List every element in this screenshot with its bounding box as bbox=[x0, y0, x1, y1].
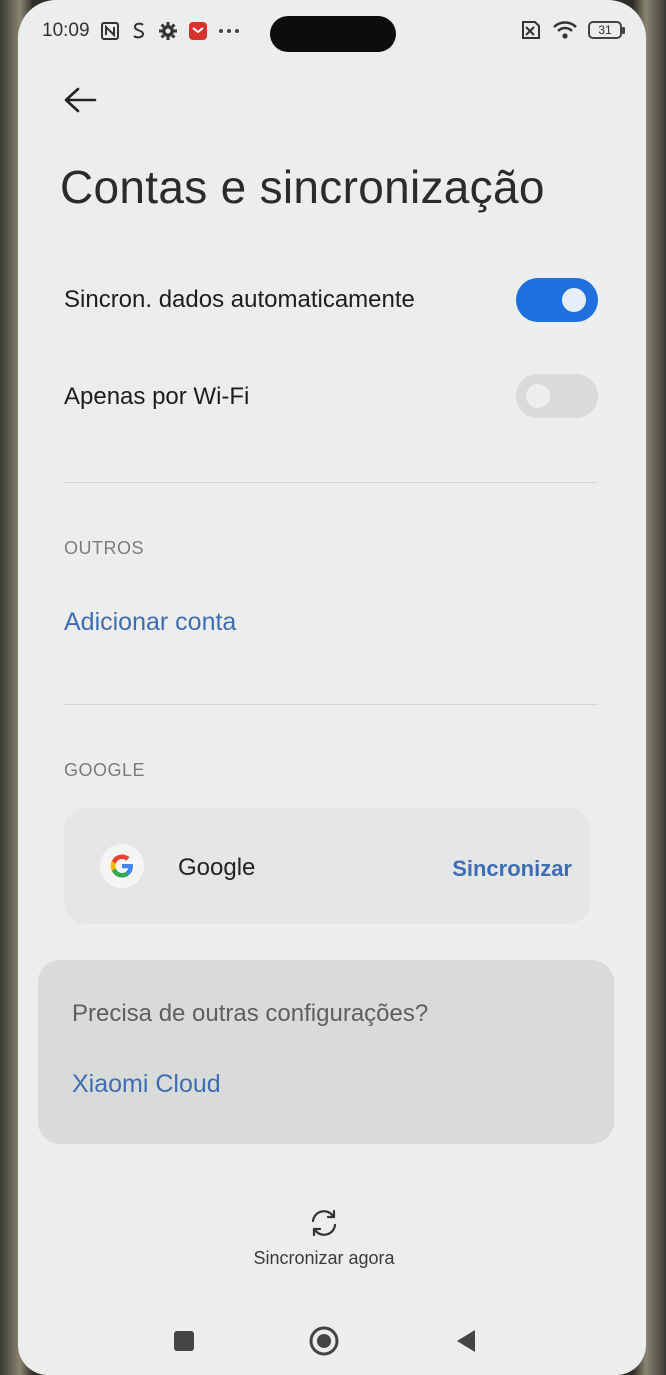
phone-screen: 10:09 31 Contas e sincronização Sincron.… bbox=[18, 0, 646, 1375]
nfc-icon bbox=[100, 21, 120, 41]
camera-notch bbox=[270, 16, 396, 52]
section-header-outros: OUTROS bbox=[64, 538, 145, 558]
wifi-only-toggle[interactable] bbox=[516, 374, 598, 418]
status-right: 31 bbox=[518, 20, 625, 40]
divider bbox=[64, 704, 598, 705]
auto-sync-toggle[interactable] bbox=[516, 278, 598, 322]
sim-icon bbox=[130, 21, 148, 41]
page-title: Contas e sincronização bbox=[60, 161, 545, 213]
sync-account-button[interactable]: Sincronizar bbox=[452, 856, 572, 882]
status-left: 10:09 bbox=[42, 20, 240, 42]
back-button[interactable] bbox=[62, 80, 98, 120]
battery-level: 31 bbox=[598, 23, 612, 37]
google-account-name: Google bbox=[178, 854, 256, 881]
xiaomi-cloud-link[interactable]: Xiaomi Cloud bbox=[72, 1070, 221, 1099]
google-logo-icon bbox=[100, 844, 144, 888]
auto-sync-label[interactable]: Sincron. dados automaticamente bbox=[64, 286, 415, 314]
circle-icon bbox=[309, 1326, 339, 1356]
more-dots-icon bbox=[218, 27, 240, 35]
toggle-knob bbox=[562, 288, 586, 312]
notification-app-icon bbox=[188, 21, 208, 41]
battery-indicator: 31 bbox=[588, 21, 625, 39]
sync-icon bbox=[311, 1209, 337, 1237]
home-button[interactable] bbox=[304, 1318, 344, 1364]
wifi-only-label[interactable]: Apenas por Wi-Fi bbox=[64, 383, 249, 411]
sim-off-icon bbox=[518, 20, 542, 40]
sync-now-button[interactable]: Sincronizar agora bbox=[218, 1206, 430, 1276]
triangle-back-icon bbox=[457, 1330, 475, 1352]
square-icon bbox=[174, 1331, 194, 1351]
sync-now-label: Sincronizar agora bbox=[253, 1248, 395, 1268]
other-settings-question: Precisa de outras configurações? bbox=[72, 1000, 429, 1027]
other-settings-card: Precisa de outras configurações? Xiaomi … bbox=[38, 960, 614, 1144]
wifi-icon bbox=[552, 20, 578, 40]
nav-back-button[interactable] bbox=[446, 1318, 486, 1364]
section-header-google: GOOGLE bbox=[64, 760, 146, 780]
arrow-left-icon bbox=[64, 87, 97, 113]
settings-gear-icon bbox=[158, 21, 178, 41]
recents-button[interactable] bbox=[164, 1318, 204, 1364]
divider bbox=[64, 482, 598, 483]
google-account-card[interactable]: Google Sincronizar bbox=[64, 808, 590, 924]
toggle-knob bbox=[526, 384, 550, 408]
navigation-bar bbox=[18, 1318, 646, 1366]
add-account-link[interactable]: Adicionar conta bbox=[64, 608, 236, 637]
status-time: 10:09 bbox=[42, 20, 90, 41]
